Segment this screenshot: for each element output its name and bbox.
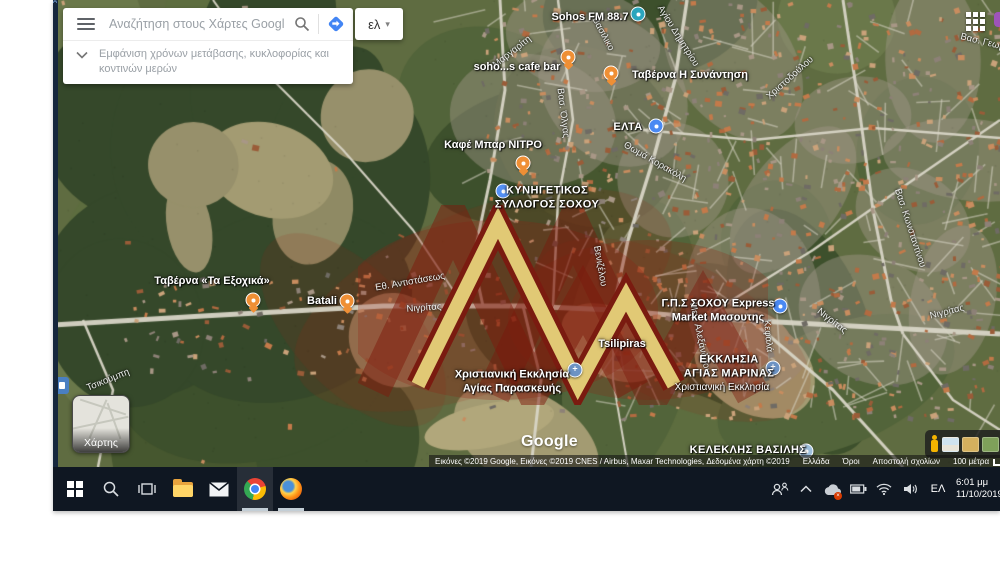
battery-button[interactable] (848, 469, 868, 509)
open-indicator (242, 508, 268, 511)
country-link[interactable]: Ελλάδα (803, 457, 830, 466)
food-marker[interactable] (340, 294, 355, 309)
task-view-icon (138, 480, 156, 498)
map-poi-label[interactable]: Ταβέρνα «Τα Εξοχικά» (154, 275, 269, 289)
food-marker[interactable] (516, 156, 531, 171)
taskbar-search-button[interactable] (93, 467, 129, 511)
map-poi-label[interactable]: Sohos FM 88.7 (551, 11, 628, 25)
taskbar-clock[interactable]: 6:01 μμ 11/10/2019 (956, 469, 1000, 509)
language-indicator[interactable]: ΕΛ (926, 469, 950, 509)
system-tray: × (770, 467, 1000, 511)
edge-marker: A (53, 0, 57, 6)
chrome-icon (244, 478, 266, 500)
browser-window: Sohos FM 88.7 soho...s cafe bar Ταβέρνα Η … (53, 0, 1000, 511)
people-icon (771, 481, 789, 497)
speaker-icon (903, 483, 918, 495)
search-icon (102, 480, 120, 498)
search-box[interactable] (63, 8, 353, 41)
map-poi-label[interactable]: Καφέ Μπαρ ΝΙΤΡΟ (444, 139, 542, 153)
mail-button[interactable] (201, 467, 237, 511)
menu-icon[interactable] (77, 15, 95, 33)
task-view-button[interactable] (129, 467, 165, 511)
radio-marker[interactable] (631, 7, 646, 22)
cart-marker[interactable] (773, 299, 788, 314)
window-edge (53, 0, 58, 467)
onedrive-button[interactable]: × (822, 469, 842, 509)
pegman-icon[interactable] (930, 435, 939, 453)
chevron-up-icon (800, 485, 812, 493)
scale-control: 100 μέτρα (953, 457, 1000, 466)
imagery-thumbnail[interactable] (962, 437, 979, 452)
show-hidden-icons-button[interactable] (796, 469, 816, 509)
map-poi-label[interactable]: Batali (307, 295, 337, 309)
start-button[interactable] (57, 467, 93, 511)
imagery-credits: Εικόνες ©2019 Google, Εικόνες ©2019 CNES… (435, 457, 790, 466)
imagery-thumbnail[interactable] (942, 437, 959, 452)
map-poi-label[interactable]: Γ.Π.Σ ΣΟΧΟΥ ExpressMarket Μασουτης (661, 297, 774, 325)
language-value: ελ (368, 17, 380, 32)
chrome-button[interactable] (237, 467, 273, 511)
map-poi-label[interactable]: ΚΥΝΗΓΕΤΙΚΟΣΣΥΛΛΟΓΟΣ ΣΟΧΟΥ (495, 184, 599, 212)
battery-icon (850, 484, 867, 494)
error-badge: × (834, 492, 842, 500)
scale-bar (993, 459, 1000, 466)
firefox-icon (280, 478, 302, 500)
language-selector[interactable]: ελ ▾ (355, 8, 403, 40)
clock-date: 11/10/2019 (956, 489, 1000, 501)
map-toggle-label: Χάρτης (73, 437, 129, 449)
map-poi-label[interactable]: soho...s cafe bar (474, 61, 561, 75)
apps-grid-icon[interactable] (966, 12, 985, 31)
file-explorer-button[interactable] (165, 467, 201, 511)
clock-time: 6:01 μμ (956, 477, 1000, 489)
terms-link[interactable]: Όροι (843, 457, 860, 466)
food-marker[interactable] (604, 66, 619, 81)
scale-label: 100 μέτρα (953, 457, 989, 466)
feedback-link[interactable]: Αποστολή σχολίων (873, 457, 940, 466)
food-marker[interactable] (561, 50, 576, 65)
caret-down-icon: ▾ (385, 19, 390, 30)
map-type-toggle[interactable]: Χάρτης (72, 395, 130, 453)
wifi-button[interactable] (874, 469, 894, 509)
directions-icon (326, 14, 346, 34)
chevron-down-icon (76, 51, 88, 59)
streetview-imagery-control (925, 430, 1000, 458)
church-marker[interactable]: + (568, 363, 583, 378)
avatar[interactable] (994, 12, 1000, 27)
wifi-icon (876, 483, 892, 495)
post-marker[interactable] (649, 119, 664, 134)
windows-taskbar: × (53, 467, 1000, 511)
suggestion-text: Εμφάνιση χρόνων μετάβασης, κυκλοφορίας κ… (99, 47, 343, 77)
people-button[interactable] (770, 469, 790, 509)
mail-icon (209, 482, 229, 497)
food-marker[interactable] (246, 293, 261, 308)
firefox-button[interactable] (273, 467, 309, 511)
attribution-bar: Εικόνες ©2019 Google, Εικόνες ©2019 CNES… (429, 455, 1000, 467)
folder-icon (173, 482, 193, 497)
open-indicator (278, 508, 304, 511)
volume-button[interactable] (900, 469, 920, 509)
directions-button[interactable] (319, 14, 353, 34)
map-poi-label[interactable]: ΕΛΤΑ (613, 121, 642, 135)
map-poi-label[interactable]: Tsilipiras (598, 338, 645, 352)
windows-logo-icon (67, 481, 83, 497)
map-canvas[interactable]: Sohos FM 88.7 soho...s cafe bar Ταβέρνα Η … (53, 0, 1000, 467)
traffic-suggestion[interactable]: Εμφάνιση χρόνων μετάβασης, κυκλοφορίας κ… (63, 41, 353, 84)
search-icon[interactable] (294, 16, 310, 32)
imagery-thumbnail[interactable] (982, 437, 999, 452)
map-poi-label[interactable]: Χριστιανική ΕκκλησίαΑγίας Παρασκευής (455, 368, 569, 396)
search-input[interactable] (107, 16, 286, 32)
google-logo: Google (521, 433, 578, 451)
map-poi-label[interactable]: Χριστιανική Εκκλησία (675, 382, 770, 395)
map-poi-label[interactable]: Ταβέρνα Η Συνάντηση (632, 69, 748, 83)
search-panel: Εμφάνιση χρόνων μετάβασης, κυκλοφορίας κ… (63, 8, 353, 84)
map-poi-label[interactable]: ΕΚΚΛΗΣΙΑΑΓΙΑΣ ΜΑΡΙΝΑΣ (684, 353, 774, 381)
